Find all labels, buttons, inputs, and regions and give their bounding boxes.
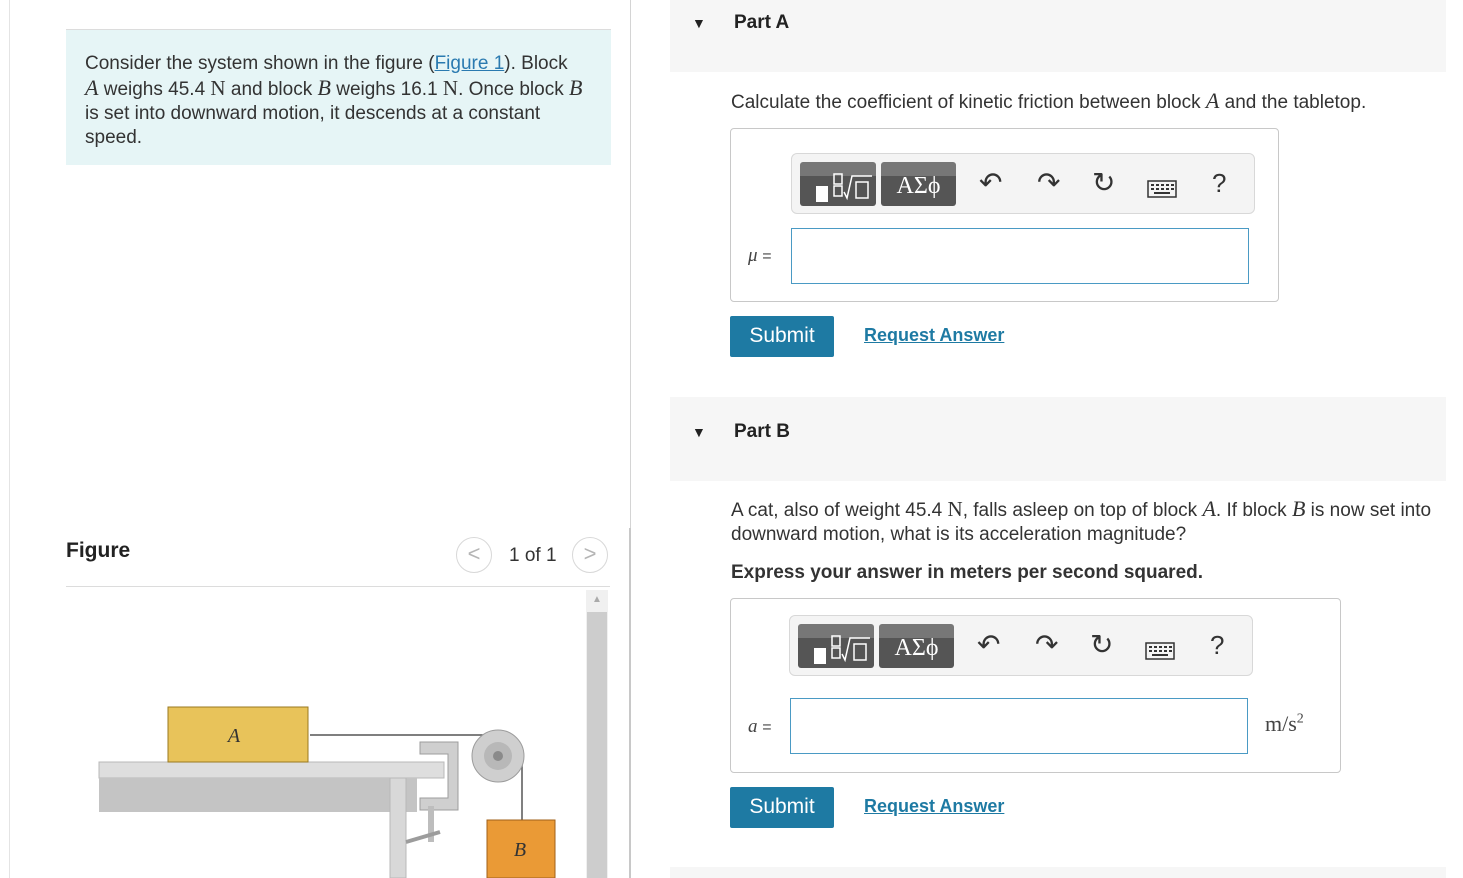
intro-text: weighs 16.1: [330, 79, 443, 100]
greek-symbols-button[interactable]: ΑΣϕ: [879, 624, 954, 668]
part-b-title: Part B: [734, 421, 790, 442]
part-b-answer-input[interactable]: [790, 698, 1248, 754]
intro-text: ). Block: [504, 53, 568, 74]
unit-newton: N: [442, 76, 459, 100]
redo-icon[interactable]: ↷: [1037, 168, 1060, 198]
part-a-submit-button[interactable]: Submit: [730, 316, 834, 357]
question-text: , falls asleep on top of block: [962, 500, 1203, 521]
undo-icon[interactable]: ↶: [977, 630, 1000, 660]
variable-mu: μ: [748, 245, 758, 266]
question-text: and the tabletop.: [1219, 92, 1367, 113]
greek-symbols-button[interactable]: ΑΣϕ: [881, 162, 956, 206]
var-block-a: A: [1202, 496, 1216, 521]
unit-newton: N: [947, 497, 963, 521]
collapse-caret-icon[interactable]: ▼: [692, 15, 706, 31]
intro-text: and block: [225, 79, 318, 100]
figure-next-button[interactable]: >: [572, 537, 608, 573]
variable-label: a =: [748, 716, 772, 738]
figure-link[interactable]: Figure 1: [435, 53, 505, 74]
figure-divider: [66, 586, 610, 587]
templates-icon: [816, 173, 872, 202]
figure-scrollbar[interactable]: ▲: [586, 590, 608, 878]
part-a-header[interactable]: ▼ Part A: [670, 0, 1446, 72]
part-b-answer-box: ΑΣϕ ↶ ↷ ↻ ? a = m/s2: [730, 598, 1341, 773]
part-b-submit-button[interactable]: Submit: [730, 787, 834, 828]
clamp-handle: [405, 830, 441, 844]
intro-text: weighs 45.4: [98, 79, 211, 100]
templates-icon: [814, 635, 870, 664]
part-b-header[interactable]: ▼ Part B: [670, 397, 1446, 481]
part-a-request-answer-link[interactable]: Request Answer: [864, 325, 1004, 346]
block-b-label: B: [514, 839, 526, 861]
part-b-request-answer-link[interactable]: Request Answer: [864, 796, 1004, 817]
part-b-instruction: Express your answer in meters per second…: [731, 562, 1204, 583]
keyboard-icon[interactable]: [1145, 636, 1175, 666]
equals-sign: =: [762, 248, 772, 265]
var-block-a: A: [1205, 88, 1220, 113]
keyboard-icon[interactable]: [1147, 174, 1177, 204]
intro-text: is set into downward motion, it descends…: [85, 103, 541, 148]
column-divider-accent: [629, 528, 631, 878]
templates-button[interactable]: [798, 624, 874, 668]
redo-icon[interactable]: ↷: [1035, 630, 1058, 660]
var-block-a: A: [85, 75, 99, 100]
problem-intro: Consider the system shown in the figure …: [66, 29, 611, 165]
block-a-label: A: [226, 725, 241, 747]
pulley-axle: [493, 751, 503, 761]
question-text: A cat, also of weight 45.4: [731, 500, 948, 521]
units-exponent: 2: [1296, 711, 1304, 727]
units-text: m/s: [1265, 711, 1297, 736]
templates-button[interactable]: [800, 162, 876, 206]
var-block-b: B: [568, 75, 583, 100]
var-block-b: B: [1291, 496, 1306, 521]
reset-icon[interactable]: ↻: [1092, 168, 1115, 198]
figure-prev-button[interactable]: <: [456, 537, 492, 573]
next-part-header-edge: [670, 867, 1446, 878]
var-block-b: B: [317, 75, 331, 100]
answer-units: m/s2: [1265, 711, 1304, 737]
reset-icon[interactable]: ↻: [1090, 630, 1113, 660]
intro-text: Consider the system shown in the figure …: [85, 53, 435, 74]
question-text: . If block: [1215, 500, 1292, 521]
table-top: [98, 761, 445, 779]
scroll-up-arrow-icon[interactable]: ▲: [586, 590, 608, 610]
collapse-caret-icon[interactable]: ▼: [692, 424, 706, 440]
variable-label: μ =: [748, 245, 772, 267]
part-a-answer-box: ΑΣϕ ↶ ↷ ↻ ? μ =: [730, 128, 1279, 302]
math-toolbar: ΑΣϕ ↶ ↷ ↻ ?: [789, 615, 1253, 676]
figure-title: Figure: [66, 539, 131, 562]
equals-sign: =: [762, 719, 772, 736]
part-b-question: A cat, also of weight 45.4 N, falls asle…: [731, 497, 1441, 547]
undo-icon[interactable]: ↶: [979, 168, 1002, 198]
part-a-answer-input[interactable]: [791, 228, 1249, 284]
intro-text: . Once block: [458, 79, 569, 100]
table-leg: [389, 777, 407, 878]
part-a-title: Part A: [734, 12, 790, 33]
table-edge: [99, 778, 417, 812]
help-button[interactable]: ?: [1212, 168, 1226, 198]
figure-diagram: A B: [98, 706, 556, 878]
question-text: Calculate the coefficient of kinetic fri…: [731, 92, 1206, 113]
part-a-question: Calculate the coefficient of kinetic fri…: [731, 89, 1366, 115]
help-button[interactable]: ?: [1210, 630, 1224, 660]
figure-counter: 1 of 1: [509, 545, 557, 566]
unit-newton: N: [210, 76, 226, 100]
scrollbar-thumb[interactable]: [587, 612, 607, 878]
math-toolbar: ΑΣϕ ↶ ↷ ↻ ?: [791, 153, 1255, 214]
variable-a: a: [748, 716, 758, 737]
page-left-border: [9, 0, 10, 878]
